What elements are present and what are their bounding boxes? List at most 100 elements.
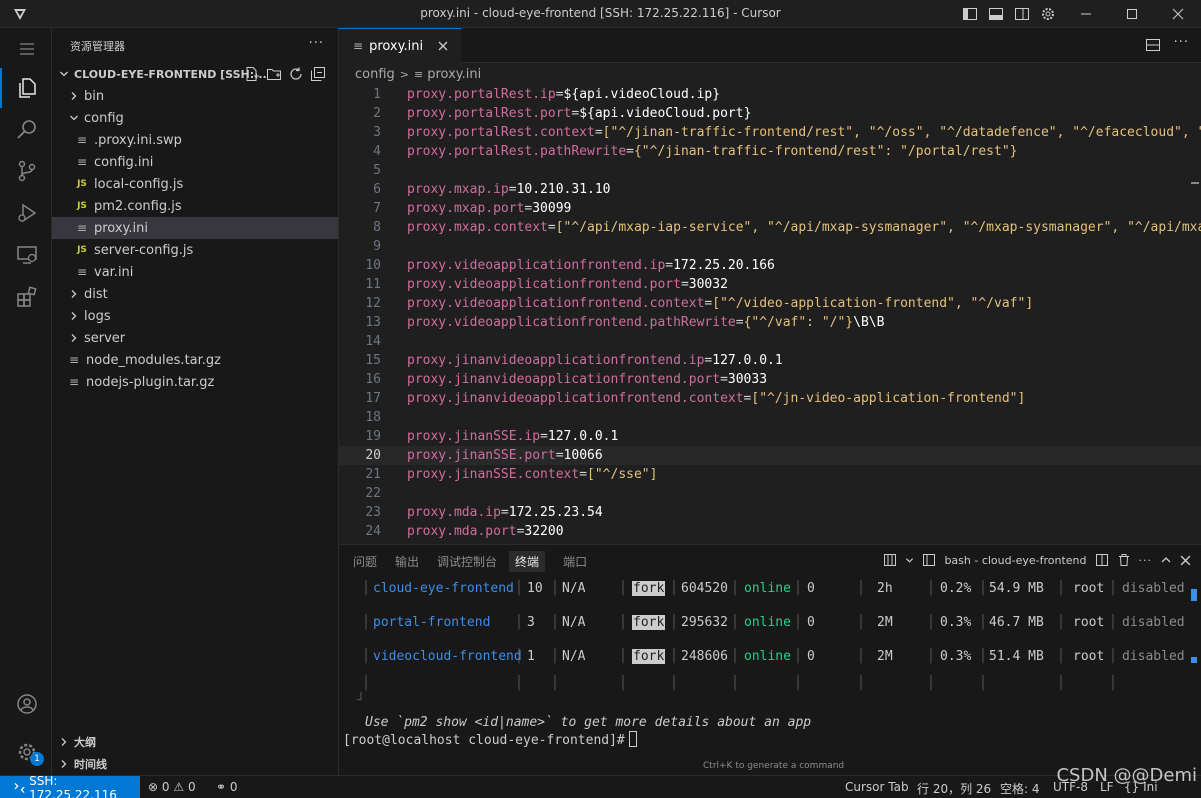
file-tree: bin config ≡ .proxy.ini.swp ≡ config.ini JS loc… (52, 85, 338, 393)
trash-icon[interactable] (1117, 553, 1131, 567)
remote-label: SSH: 172.25.22.116 (29, 773, 117, 798)
table-border: │ (551, 615, 559, 630)
code-line: 9 (339, 237, 1201, 256)
table-border: │ (857, 615, 865, 630)
code-editor[interactable]: 1 proxy.portalRest.ip=${api.videoCloud.ip… (339, 85, 1201, 544)
split-terminal-icon[interactable] (1095, 553, 1109, 567)
table-border: │ (979, 649, 987, 664)
panel-tab[interactable]: 输出 (395, 553, 419, 570)
ini-value: 30032 (688, 277, 728, 292)
notification-badge: 1 (30, 752, 44, 766)
run-debug-icon[interactable] (14, 200, 40, 226)
file-item[interactable]: ≡ node_modules.tar.gz (52, 349, 338, 371)
file-item[interactable]: ≡ nodejs-plugin.tar.gz (52, 371, 338, 393)
ini-value: ["^/api/mxap-iap-service", "^/api/mxap-s… (555, 220, 1201, 235)
file-item[interactable]: ≡ proxy.ini (52, 217, 338, 239)
equals-sign: = (626, 144, 634, 159)
extensions-icon[interactable] (14, 284, 40, 310)
panel-tabs: 问题 输出 调试控制台 终端 端口 (339, 545, 605, 578)
panel-more-button[interactable]: ··· (1139, 554, 1153, 567)
folder-item[interactable]: logs (52, 305, 338, 327)
cursor-position[interactable]: 行 20，列 26 (917, 780, 991, 797)
maximize-panel-icon[interactable] (1160, 554, 1172, 566)
workspace-root[interactable]: CLOUD-EYE-FRONTEND [SSH:... (52, 63, 338, 85)
chevron-down-icon[interactable] (905, 556, 914, 565)
terminal-name[interactable]: bash - cloud-eye-frontend (944, 554, 1086, 567)
toggle-sidebar-icon[interactable] (960, 4, 980, 24)
refresh-icon[interactable] (288, 66, 304, 82)
code-content: proxy.jinanSSE.ip=127.0.0.1 (407, 427, 618, 446)
maximize-button[interactable] (1109, 0, 1155, 28)
shell-prompt-line[interactable]: [root@localhost cloud-eye-frontend]# (343, 731, 637, 751)
process-uptime: 2h (877, 579, 893, 599)
table-border: │ (857, 581, 865, 596)
problems-indicator[interactable]: ⊗ 0 ⚠ 0 (148, 780, 196, 794)
breadcrumb-file[interactable]: proxy.ini (427, 67, 481, 82)
menu-icon[interactable] (14, 36, 40, 62)
code-content: proxy.mda.ip=172.25.23.54 (407, 503, 603, 522)
new-folder-icon[interactable] (266, 66, 282, 82)
folder-item[interactable]: config (52, 107, 338, 129)
editor-more-button[interactable]: ··· (1174, 35, 1189, 50)
file-item[interactable]: JS server-config.js (52, 239, 338, 261)
timeline-section[interactable]: 时间线 (52, 753, 339, 775)
search-icon[interactable] (14, 116, 40, 142)
ports-indicator[interactable]: ⚭ 0 (216, 780, 238, 794)
file-lines-icon: ≡ (76, 221, 88, 235)
close-panel-icon[interactable] (1180, 555, 1191, 566)
code-line: 18 (339, 408, 1201, 427)
code-content: proxy.mxap.context=["^/api/mxap-iap-serv… (407, 218, 1201, 237)
table-border: │ (670, 649, 678, 664)
terminal-scrollbar[interactable] (1191, 589, 1197, 601)
indentation-status[interactable]: 空格: 4 (1000, 780, 1040, 797)
new-terminal-layout-icon[interactable] (883, 553, 897, 567)
remote-indicator[interactable]: SSH: 172.25.22.116 (0, 773, 140, 798)
line-number: 1 (373, 87, 381, 102)
folder-item[interactable]: dist (52, 283, 338, 305)
minimize-button[interactable] (1063, 0, 1109, 28)
line-number: 19 (365, 429, 381, 444)
table-border: │ (927, 615, 935, 630)
file-item[interactable]: JS local-config.js (52, 173, 338, 195)
account-icon[interactable] (14, 691, 40, 717)
ini-key: proxy.portalRest.ip (407, 87, 556, 102)
tab-proxy-ini[interactable]: ≡ proxy.ini (339, 28, 461, 63)
settings-gear-icon[interactable] (1038, 4, 1058, 24)
code-line: 2 proxy.portalRest.port=${api.videoCloud.… (339, 104, 1201, 123)
toggle-panel-icon[interactable] (986, 4, 1006, 24)
close-tab-icon[interactable] (435, 38, 451, 54)
file-item[interactable]: ≡ config.ini (52, 151, 338, 173)
file-item[interactable]: ≡ .proxy.ini.swp (52, 129, 338, 151)
new-file-icon[interactable] (244, 66, 260, 82)
ctrl-k-hint: Ctrl+K to generate a command (703, 761, 845, 771)
terminal-scroll-marker (1191, 657, 1197, 663)
explorer-icon[interactable] (0, 68, 40, 108)
panel-tab[interactable]: 调试控制台 (437, 553, 497, 570)
close-window-button[interactable] (1155, 0, 1201, 28)
source-control-icon[interactable] (14, 158, 40, 184)
explorer-header: 资源管理器 ··· (52, 28, 338, 63)
outline-section[interactable]: 大纲 (52, 731, 339, 753)
cursor-tab-status[interactable]: Cursor Tab (845, 780, 909, 794)
process-uptime-value: 2M (877, 649, 893, 664)
panel-tab[interactable]: 端口 (563, 553, 587, 570)
folder-item[interactable]: bin (52, 85, 338, 107)
file-item[interactable]: JS pm2.config.js (52, 195, 338, 217)
code-content: proxy.jinanvideoapplicationfrontend.cont… (407, 389, 1025, 408)
folder-item[interactable]: server (52, 327, 338, 349)
split-editor-icon[interactable] (1145, 37, 1161, 53)
panel-tab[interactable]: 问题 (353, 553, 377, 570)
workspace-root-label: CLOUD-EYE-FRONTEND [SSH:... (74, 67, 267, 81)
remote-explorer-icon[interactable] (14, 242, 40, 268)
explorer-more-button[interactable]: ··· (309, 36, 324, 51)
breadcrumb-folder[interactable]: config (355, 67, 395, 82)
file-item[interactable]: ≡ var.ini (52, 261, 338, 283)
panel-tab[interactable]: 终端 (509, 551, 546, 572)
process-mode-value: fork (632, 615, 666, 630)
ini-value: ["^/jinan-traffic-frontend/rest", "^/oss… (602, 125, 1201, 140)
table-border: │ (619, 676, 627, 691)
ini-key: proxy.videoapplicationfrontend.ip (407, 258, 666, 273)
shell-prompt: [root@localhost cloud-eye-frontend]# (343, 733, 625, 748)
collapse-all-icon[interactable] (310, 66, 326, 82)
toggle-secondary-sidebar-icon[interactable] (1012, 4, 1032, 24)
